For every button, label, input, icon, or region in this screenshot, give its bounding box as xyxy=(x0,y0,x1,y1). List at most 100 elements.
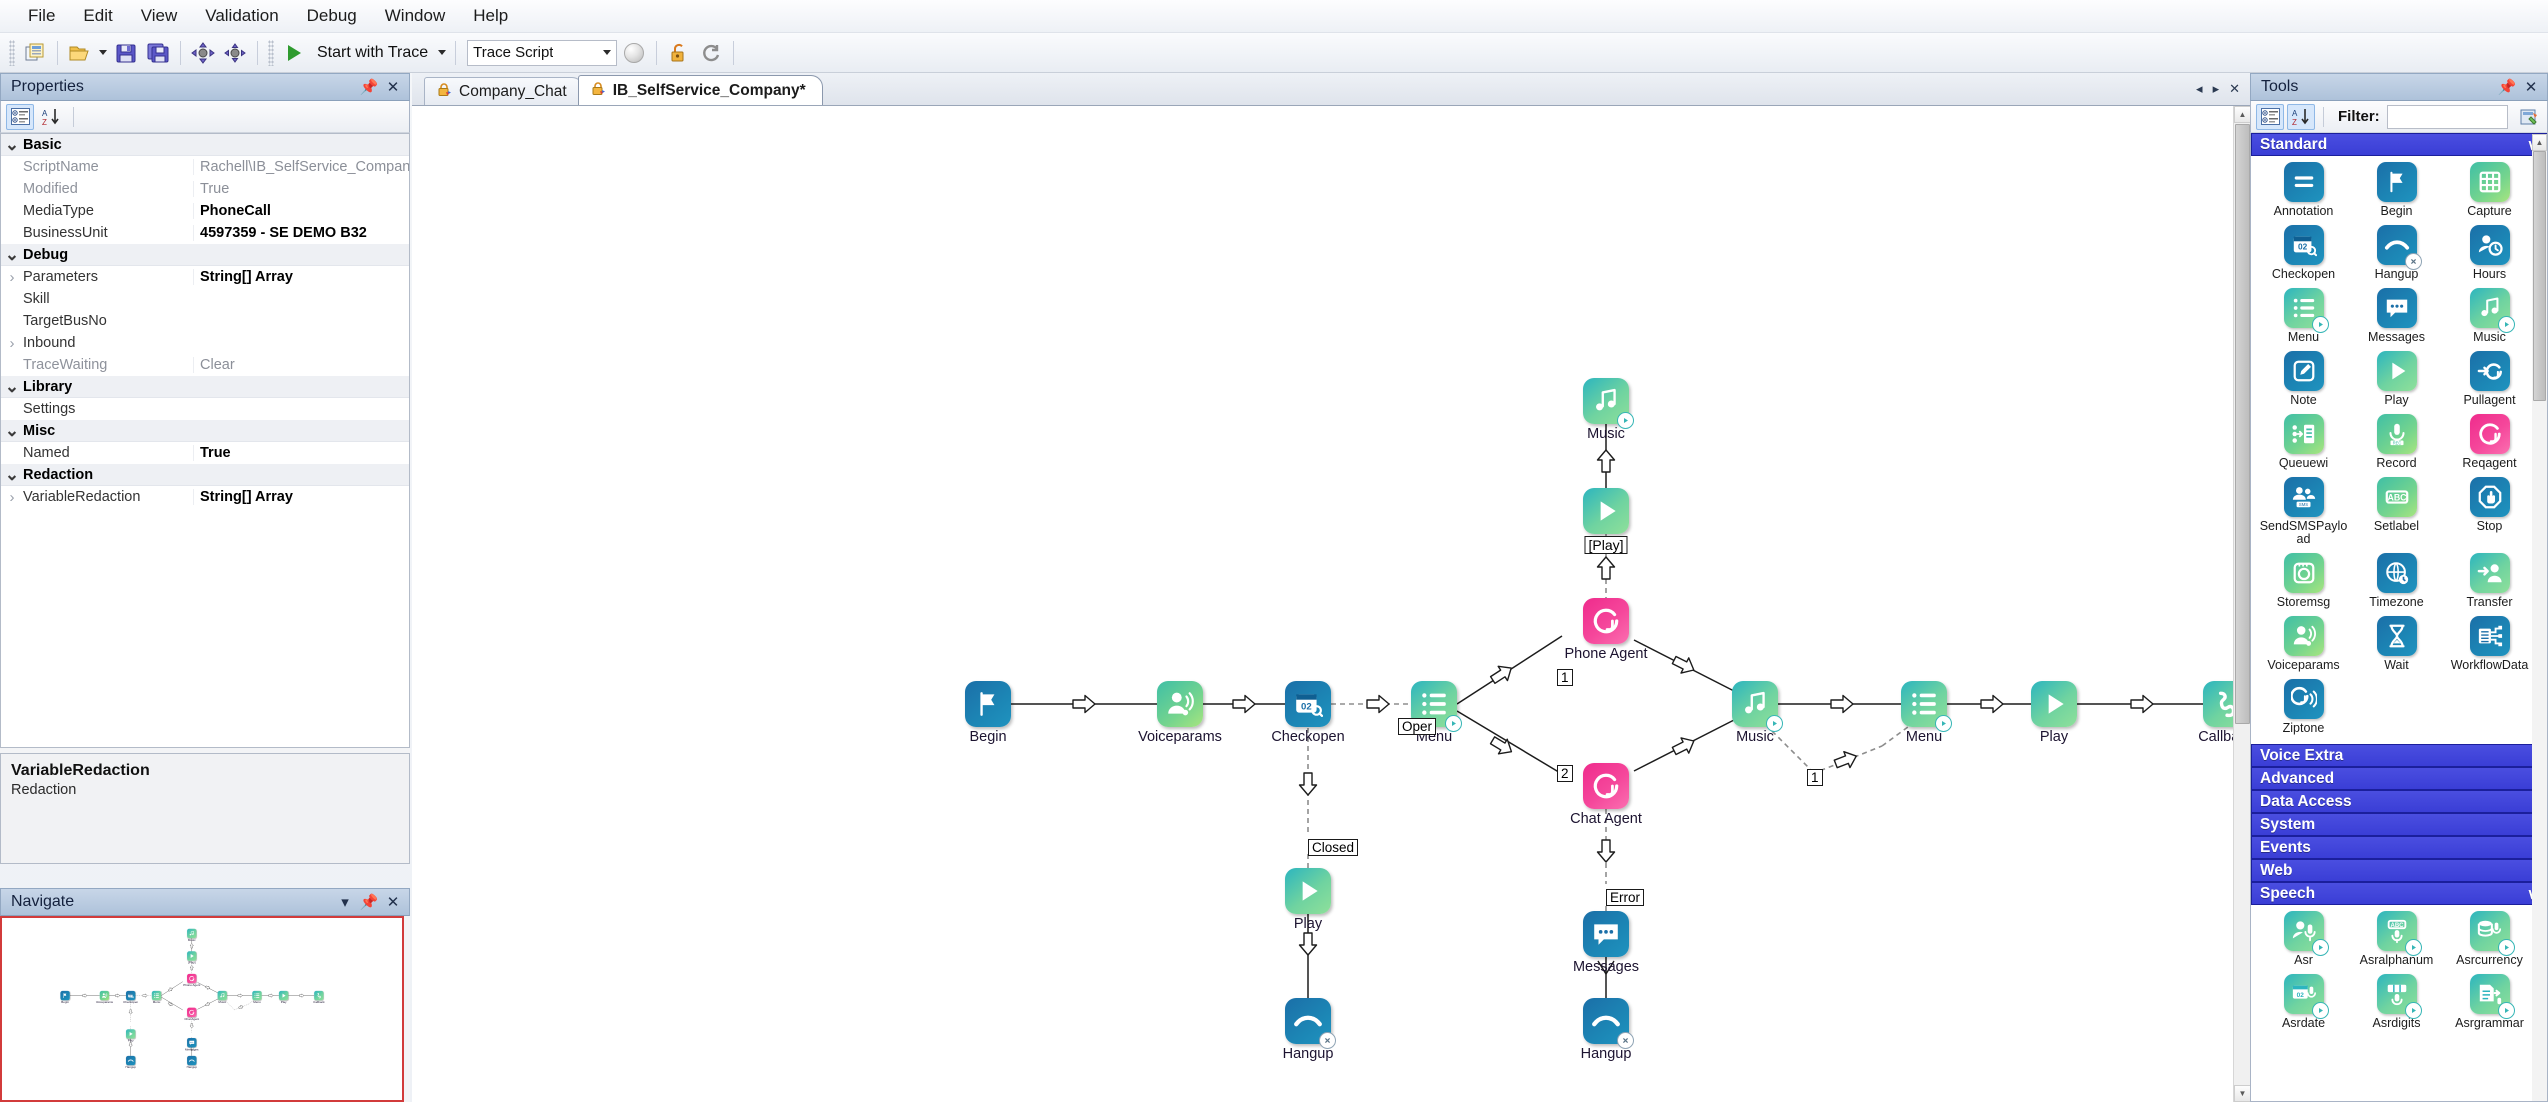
new-window-icon[interactable] xyxy=(20,38,50,68)
tool-item-storemsg[interactable]: Storemsg xyxy=(2257,553,2350,609)
tool-item-hours[interactable]: Hours xyxy=(2443,225,2536,281)
property-category-row[interactable]: ⌄ Basic xyxy=(1,134,409,156)
tool-item-pullagent[interactable]: Pullagent xyxy=(2443,351,2536,407)
branch-label[interactable]: Oper xyxy=(1398,718,1437,735)
tool-item-checkopen[interactable]: 02 Checkopen xyxy=(2257,225,2350,281)
scroll-up-arrow-icon[interactable]: ▲ xyxy=(2532,134,2547,151)
tool-item-asrgrammar[interactable]: Asrgrammar xyxy=(2443,974,2536,1030)
unlock-icon[interactable] xyxy=(664,38,694,68)
tool-category-events[interactable]: Events› xyxy=(2251,836,2547,859)
property-row[interactable]: BusinessUnit 4597359 - SE DEMO B32 xyxy=(1,222,409,244)
menu-item-view[interactable]: View xyxy=(127,2,192,30)
scroll-up-arrow-icon[interactable]: ▲ xyxy=(2234,106,2251,123)
tool-category-speech[interactable]: Speech∨ xyxy=(2251,882,2547,905)
branch-label[interactable]: Error xyxy=(1606,889,1644,906)
property-row[interactable]: › Inbound xyxy=(1,332,409,354)
property-row[interactable]: Named True xyxy=(1,442,409,464)
property-row[interactable]: Modified True xyxy=(1,178,409,200)
property-value[interactable]: String[] Array xyxy=(193,489,409,505)
tool-item-capture[interactable]: Capture xyxy=(2443,162,2536,218)
property-row[interactable]: TargetBusNo xyxy=(1,310,409,332)
alphabetical-sort-button[interactable]: A Z xyxy=(2287,103,2315,130)
tool-item-reqagent[interactable]: Reqagent xyxy=(2443,414,2536,470)
trace-script-combo[interactable]: Trace Script xyxy=(467,39,618,66)
tool-item-ziptone[interactable]: Ziptone xyxy=(2257,679,2350,735)
tool-item-record[interactable]: REC Record xyxy=(2350,414,2443,470)
tool-item-voiceparams[interactable]: Voiceparams xyxy=(2257,616,2350,672)
tool-item-setlabel[interactable]: ABC Setlabel xyxy=(2350,477,2443,546)
start-with-trace-caret[interactable] xyxy=(436,38,448,68)
flow-node-menu-right[interactable] xyxy=(1901,681,1952,732)
tool-item-asralphanum[interactable]: ABC Asralphanum xyxy=(2350,911,2443,967)
tool-item-music[interactable]: Music xyxy=(2443,288,2536,344)
branch-label[interactable]: 2 xyxy=(1557,765,1573,782)
canvas-vertical-scrollbar[interactable]: ▲ ▼ xyxy=(2233,106,2251,1102)
categorized-view-button[interactable] xyxy=(2256,103,2284,130)
flow-node-music-mid[interactable] xyxy=(1732,681,1783,732)
toolbox-settings-icon[interactable] xyxy=(2515,104,2543,130)
start-with-trace-button[interactable]: Start with Trace xyxy=(311,44,434,62)
property-row[interactable]: TraceWaiting Clear xyxy=(1,354,409,376)
property-row[interactable]: MediaType PhoneCall xyxy=(1,200,409,222)
tab-scroll-right-icon[interactable]: ▸ xyxy=(2211,81,2222,97)
chevron-down-icon[interactable]: ⌄ xyxy=(1,136,23,153)
tool-item-hangup[interactable]: Hangup xyxy=(2350,225,2443,281)
flow-node-play-closed[interactable] xyxy=(1285,868,1331,914)
save-disk-icon[interactable] xyxy=(111,38,141,68)
tool-item-workflowdata[interactable]: WorkflowData xyxy=(2443,616,2536,672)
branch-label[interactable]: 1 xyxy=(1557,669,1573,686)
menu-item-help[interactable]: Help xyxy=(459,2,522,30)
property-value[interactable]: Rachell\IB_SelfService_Compan xyxy=(193,159,409,175)
chevron-down-icon[interactable]: ⌄ xyxy=(1,466,23,483)
close-icon[interactable]: ✕ xyxy=(383,77,403,97)
tool-item-asrcurrency[interactable]: Asrcurrency xyxy=(2443,911,2536,967)
tab-close-icon[interactable]: ✕ xyxy=(2227,81,2242,97)
flow-node-voiceparams[interactable] xyxy=(1157,681,1203,727)
categorized-view-button[interactable] xyxy=(6,103,34,130)
tools-list[interactable]: Standard∨ Annotation Begin Capture 02 Checkop… xyxy=(2250,133,2548,1102)
pin-icon[interactable]: 📌 xyxy=(359,892,379,912)
property-category-row[interactable]: ⌄ Misc xyxy=(1,420,409,442)
tool-item-note[interactable]: Note xyxy=(2257,351,2350,407)
flow-node-begin[interactable] xyxy=(965,681,1011,727)
tool-item-asrdate[interactable]: 02 Asrdate xyxy=(2257,974,2350,1030)
tool-category-voice-extra[interactable]: Voice Extra› xyxy=(2251,744,2547,767)
tool-item-menu[interactable]: Menu xyxy=(2257,288,2350,344)
scrollbar-thumb[interactable] xyxy=(2533,151,2546,401)
property-value[interactable]: String[] Array xyxy=(193,269,409,285)
property-value[interactable]: Clear xyxy=(193,357,409,373)
property-row[interactable]: › Parameters String[] Array xyxy=(1,266,409,288)
tool-category-standard[interactable]: Standard∨ xyxy=(2251,133,2547,156)
property-value[interactable]: True xyxy=(193,181,409,197)
flow-node-music-top[interactable] xyxy=(1583,378,1634,429)
flow-node-checkopen[interactable]: 02 xyxy=(1285,681,1331,727)
tool-category-data-access[interactable]: Data Access› xyxy=(2251,790,2547,813)
tool-item-messages[interactable]: Messages xyxy=(2350,288,2443,344)
chevron-right-icon[interactable]: › xyxy=(1,269,23,286)
document-tab-active[interactable]: IB_SelfService_Company* xyxy=(577,75,823,105)
tool-item-asrdigits[interactable]: Asrdigits xyxy=(2350,974,2443,1030)
property-row[interactable]: ScriptName Rachell\IB_SelfService_Compan xyxy=(1,156,409,178)
chevron-down-icon[interactable]: ▾ xyxy=(335,892,355,912)
flow-node-play-right[interactable] xyxy=(2031,681,2077,727)
property-row[interactable]: Settings xyxy=(1,398,409,420)
tool-item-stop[interactable]: Stop xyxy=(2443,477,2536,546)
property-category-row[interactable]: ⌄ Debug xyxy=(1,244,409,266)
tool-item-begin[interactable]: Begin xyxy=(2350,162,2443,218)
refresh-icon[interactable] xyxy=(696,38,726,68)
tool-item-queuewi[interactable]: Queuewi xyxy=(2257,414,2350,470)
menu-item-validation[interactable]: Validation xyxy=(191,2,292,30)
tool-item-asr[interactable]: Asr xyxy=(2257,911,2350,967)
filter-input[interactable] xyxy=(2386,104,2508,129)
chevron-right-icon[interactable]: › xyxy=(1,335,23,352)
open-folder-icon[interactable] xyxy=(65,38,95,68)
tool-item-annotation[interactable]: Annotation xyxy=(2257,162,2350,218)
close-icon[interactable]: ✕ xyxy=(383,892,403,912)
flow-node-messages[interactable] xyxy=(1583,911,1629,957)
property-row[interactable]: › VariableRedaction String[] Array xyxy=(1,486,409,508)
property-row[interactable]: Skill xyxy=(1,288,409,310)
scrollbar-thumb[interactable] xyxy=(2235,124,2250,724)
chevron-down-icon[interactable]: ⌄ xyxy=(1,246,23,263)
tool-category-system[interactable]: System› xyxy=(2251,813,2547,836)
navigate-minimap[interactable]: Music [Play] Phone Agent Begin Voiceparams 02… xyxy=(0,916,404,1102)
